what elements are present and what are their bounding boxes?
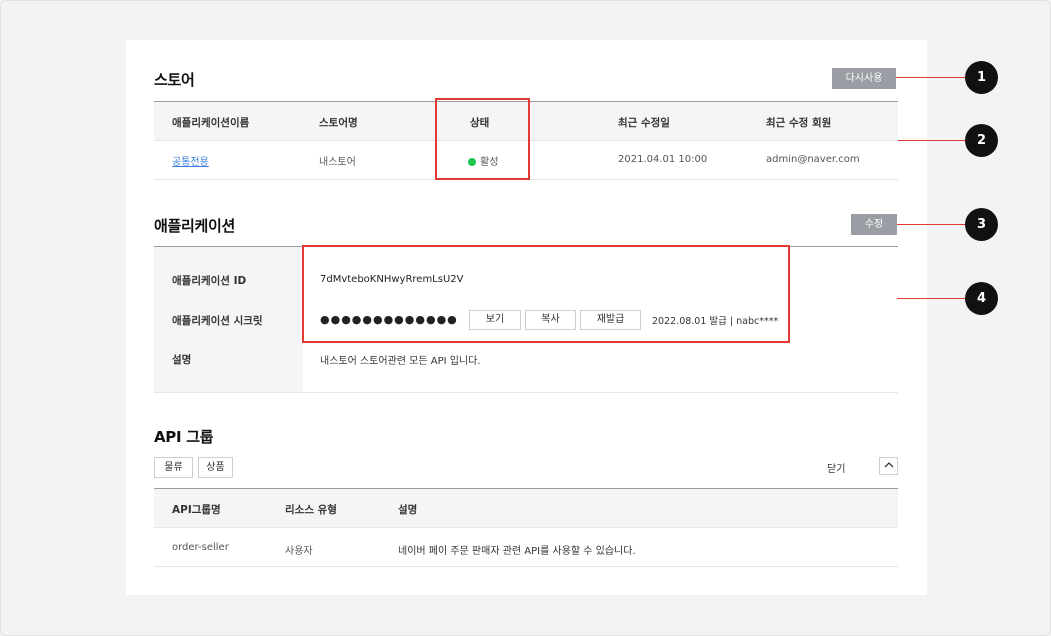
store-col-modified-member: 최근 수정 회원 [766,117,832,129]
store-name-cell: 내스토어 [319,157,356,168]
collapse-label[interactable]: 닫기 [827,460,845,475]
api-col-group-name: API그룹명 [172,504,221,516]
app-desc-value: 내스토어 스토어관련 모든 API 입니다. [320,356,481,367]
api-resource-type-cell: 사용자 [285,546,313,557]
reuse-button[interactable]: 다시사용 [832,68,896,89]
app-secret-label: 애플리케이션 시크릿 [172,315,263,327]
api-col-description: 설명 [398,504,418,516]
api-group-section-title: API 그룹 [154,428,214,446]
app-id-label: 애플리케이션 ID [172,275,247,287]
app-desc-label: 설명 [172,354,192,366]
status-highlight-box [435,98,530,180]
store-section-title: 스토어 [154,71,195,89]
store-app-name-link[interactable]: 공통전용 [172,153,209,168]
callout-4-line [897,298,966,299]
callout-3-badge: 3 [965,208,998,241]
callout-2-line [898,140,966,141]
callout-1-badge: 1 [965,61,998,94]
filter-product-button[interactable]: 상품 [198,457,233,478]
api-description-cell: 네이버 페이 주문 판매자 관련 API를 사용할 수 있습니다. [398,546,636,557]
api-table-header-bg [154,489,898,527]
api-group-name-cell: order-seller [172,542,229,553]
content-card: 스토어 다시사용 애플리케이션이름 스토어명 상태 최근 수정일 최근 수정 회… [126,40,927,595]
callout-3-line [897,224,966,225]
filter-logistics-button[interactable]: 물류 [154,457,193,478]
callout-2-badge: 2 [965,124,998,157]
collapse-button[interactable] [879,457,898,475]
store-col-app-name: 애플리케이션이름 [172,117,250,129]
store-col-store-name: 스토어명 [319,117,358,129]
application-section-title: 애플리케이션 [154,217,236,235]
api-table-header-divider [154,527,898,528]
api-col-resource-type: 리소스 유형 [285,504,337,516]
callout-1-line [896,77,966,78]
chevron-up-icon [884,462,893,468]
credentials-highlight-box [302,245,790,343]
edit-button[interactable]: 수정 [851,214,897,235]
store-col-modified-date: 최근 수정일 [618,117,670,129]
application-table-bottom-border [154,392,898,393]
api-table-bottom-border [154,566,898,567]
store-modified-member-cell: admin@naver.com [766,154,860,165]
store-modified-date-cell: 2021.04.01 10:00 [618,154,708,165]
callout-4-badge: 4 [965,282,998,315]
